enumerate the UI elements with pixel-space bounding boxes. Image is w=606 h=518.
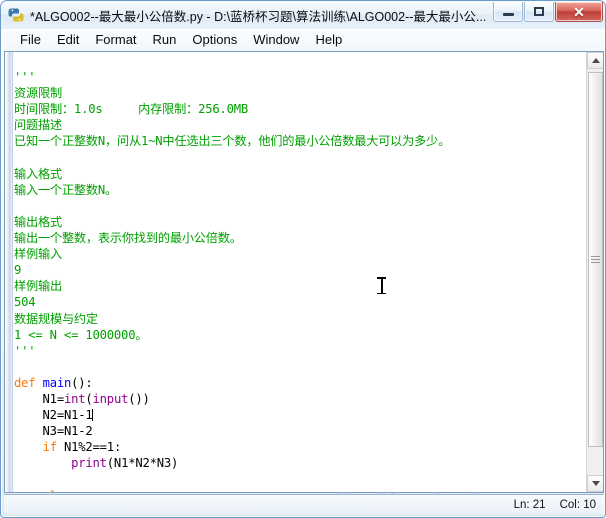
code-line: ''' bbox=[14, 70, 36, 85]
code-line: 样例输出 bbox=[14, 279, 62, 294]
menu-item-edit[interactable]: Edit bbox=[49, 31, 87, 49]
editor-gutter bbox=[5, 52, 13, 492]
editor-frame: ''' 资源限制 时间限制：1.0s 内存限制：256.0MB 问题描述 已知一个正整数… bbox=[4, 51, 604, 493]
code-line: else: bbox=[14, 488, 585, 492]
scrollbar-grip-icon bbox=[591, 254, 600, 265]
triangle-down-icon bbox=[591, 481, 600, 486]
line-indicator: Ln: 21 bbox=[513, 498, 546, 511]
window-controls: ✕ bbox=[492, 2, 603, 22]
code-line: 504 bbox=[14, 295, 36, 310]
code-line: ''' bbox=[14, 343, 36, 358]
menu-item-help[interactable]: Help bbox=[307, 31, 350, 49]
code-line: N2=N1-1 bbox=[14, 408, 93, 423]
scroll-down-arrow[interactable] bbox=[587, 475, 603, 492]
code-line: 资源限制 bbox=[14, 86, 62, 101]
menu-item-options[interactable]: Options bbox=[184, 31, 245, 49]
minimize-button[interactable] bbox=[493, 2, 523, 22]
code-line: 数据规模与约定 bbox=[14, 311, 98, 326]
code-line: 样例输入 bbox=[14, 247, 62, 262]
scrollbar-thumb[interactable] bbox=[588, 72, 603, 447]
menu-item-format[interactable]: Format bbox=[87, 31, 144, 49]
code-line: 输入一个正整数N。 bbox=[14, 182, 118, 197]
code-line: 已知一个正整数N，问从1~N中任选出三个数，他们的最小公倍数最大可以为多少。 bbox=[14, 134, 451, 149]
menu-item-run[interactable]: Run bbox=[145, 31, 185, 49]
code-line: 输出一个整数，表示你找到的最小公倍数。 bbox=[14, 231, 242, 246]
close-icon: ✕ bbox=[573, 3, 585, 20]
menu-bar: File Edit Format Run Options Window Help bbox=[4, 29, 604, 51]
maximize-icon bbox=[534, 7, 544, 16]
code-line: 问题描述 bbox=[14, 118, 62, 133]
code-text-area[interactable]: ''' 资源限制 时间限制：1.0s 内存限制：256.0MB 问题描述 已知一个正整数… bbox=[14, 53, 585, 492]
vertical-scrollbar[interactable] bbox=[586, 52, 603, 492]
code-line: N1=int(input()) bbox=[14, 391, 150, 406]
code-line: 1 <= N <= 1000000。 bbox=[14, 327, 148, 342]
idle-editor-window: *ALGO002--最大最小公倍数.py - D:\蓝桥杯习题\算法训练\ALG… bbox=[0, 0, 606, 518]
minimize-icon bbox=[502, 12, 514, 16]
menu-item-window[interactable]: Window bbox=[245, 31, 307, 49]
title-bar[interactable]: *ALGO002--最大最小公倍数.py - D:\蓝桥杯习题\算法训练\ALG… bbox=[1, 1, 605, 29]
close-button[interactable]: ✕ bbox=[555, 2, 603, 22]
menu-item-file[interactable]: File bbox=[12, 31, 49, 49]
maximize-button[interactable] bbox=[524, 2, 554, 22]
code-line: 输出格式 bbox=[14, 214, 62, 229]
code-line: def main(): bbox=[14, 375, 93, 390]
code-line: 输入格式 bbox=[14, 166, 62, 181]
code-line: N3=N1-2 bbox=[14, 424, 93, 439]
window-title: *ALGO002--最大最小公倍数.py - D:\蓝桥杯习题\算法训练\ALG… bbox=[30, 9, 487, 24]
scroll-up-arrow[interactable] bbox=[587, 52, 603, 69]
code-line: print(N1*N2*N3) bbox=[71, 456, 179, 471]
triangle-up-icon bbox=[591, 58, 600, 63]
code-line: 9 bbox=[14, 263, 22, 278]
status-bar: Ln: 21 Col: 10 bbox=[4, 494, 604, 514]
python-idle-icon bbox=[7, 6, 25, 24]
column-indicator: Col: 10 bbox=[559, 498, 596, 511]
text-caret bbox=[91, 409, 93, 422]
code-line: 时间限制：1.0s 内存限制：256.0MB bbox=[14, 102, 249, 117]
code-line: if N1%2==1: bbox=[42, 440, 122, 455]
